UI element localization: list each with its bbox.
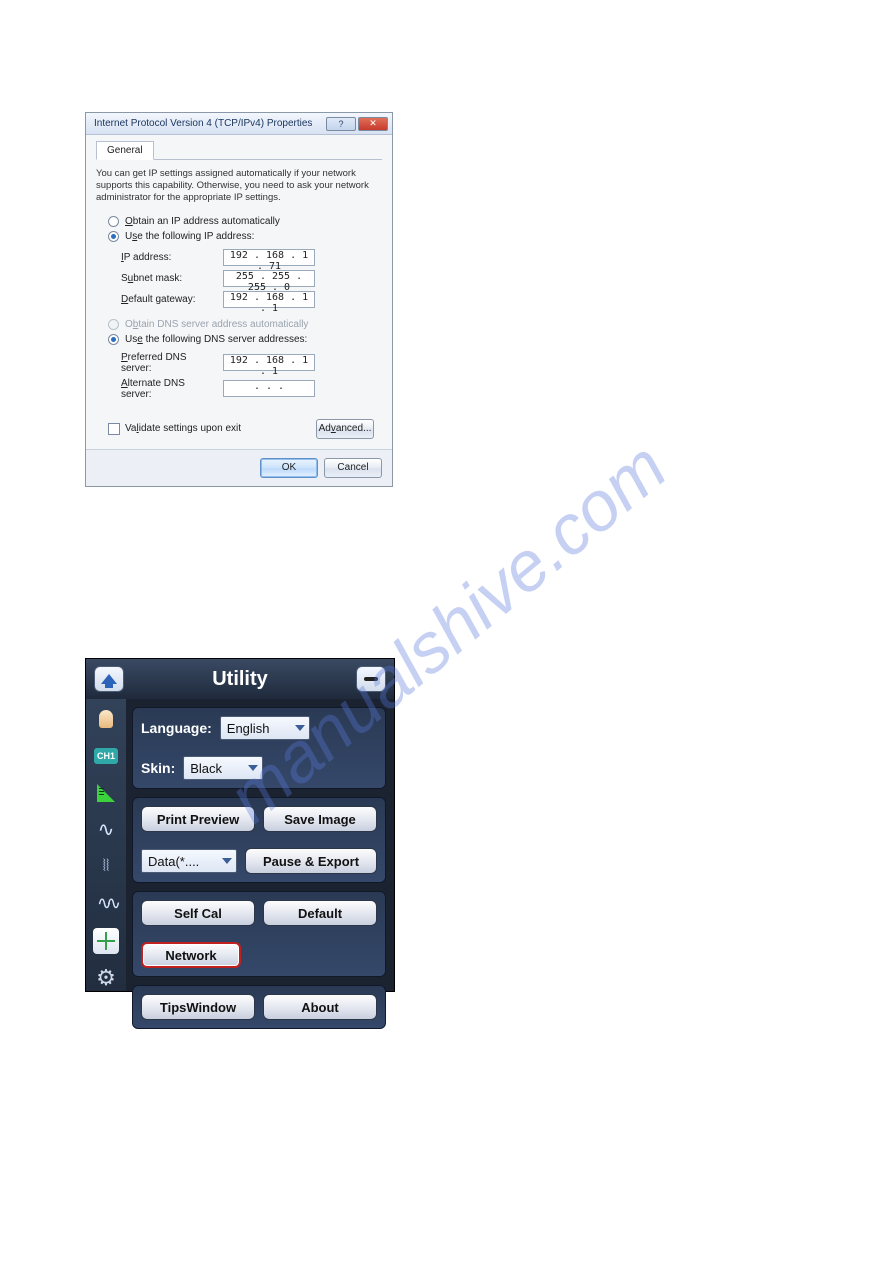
radio-icon: [108, 334, 119, 345]
radio-label: Use the following DNS server addresses:: [125, 334, 307, 345]
utility-panel: Utility CH1 ∿ ⦚⦚ ∿∿ ⚙ Language: English …: [85, 658, 395, 992]
about-button[interactable]: About: [263, 994, 377, 1020]
group-appearance: Language: English Skin: Black: [132, 707, 386, 789]
radio-use-following-dns[interactable]: Use the following DNS server addresses:: [96, 332, 382, 347]
sidebar-ch1-icon[interactable]: CH1: [92, 742, 120, 769]
print-preview-button[interactable]: Print Preview: [141, 806, 255, 832]
sidebar-sine-icon[interactable]: ∿: [92, 816, 120, 843]
radio-obtain-dns-auto: Obtain DNS server address automatically: [96, 317, 382, 332]
utility-main: Language: English Skin: Black Print Prev…: [126, 699, 394, 991]
home-button[interactable]: [94, 666, 124, 692]
sidebar-crosshair-icon[interactable]: [92, 927, 120, 954]
ip-address-input[interactable]: 192 . 168 . 1 . 71: [223, 249, 315, 266]
language-label: Language:: [141, 720, 212, 736]
ipv4-properties-dialog: Internet Protocol Version 4 (TCP/IPv4) P…: [85, 112, 393, 487]
group-export: Print Preview Save Image Data(*.... Paus…: [132, 797, 386, 883]
help-button[interactable]: ?: [326, 117, 356, 131]
subnet-mask-input[interactable]: 255 . 255 . 255 . 0: [223, 270, 315, 287]
preferred-dns-label: Preferred DNS server:: [121, 352, 217, 374]
skin-dropdown[interactable]: Black: [183, 756, 263, 780]
default-button[interactable]: Default: [263, 900, 377, 926]
skin-label: Skin:: [141, 760, 175, 776]
ip-fields: IP address: 192 . 168 . 1 . 71 Subnet ma…: [96, 244, 382, 317]
close-button[interactable]: ✕: [358, 117, 388, 131]
radio-label: Obtain DNS server address automatically: [125, 319, 308, 330]
pause-export-button[interactable]: Pause & Export: [245, 848, 377, 874]
sidebar-touch-icon[interactable]: [92, 705, 120, 732]
advanced-button[interactable]: Advanced...: [316, 419, 374, 439]
preferred-dns-input[interactable]: 192 . 168 . 1 . 1: [223, 354, 315, 371]
tips-window-button[interactable]: TipsWindow: [141, 994, 255, 1020]
tab-general[interactable]: General: [96, 141, 154, 160]
sidebar-ruler-icon[interactable]: [92, 779, 120, 806]
dialog-body: General You can get IP settings assigned…: [86, 135, 392, 449]
ip-address-label: IP address:: [121, 252, 217, 263]
default-gateway-input[interactable]: 192 . 168 . 1 . 1: [223, 291, 315, 308]
group-info: TipsWindow About: [132, 985, 386, 1029]
validate-checkbox[interactable]: [108, 423, 120, 435]
minimize-button[interactable]: [356, 666, 386, 692]
utility-titlebar: Utility: [86, 659, 394, 699]
tabstrip: General: [96, 141, 382, 160]
alternate-dns-input[interactable]: . . .: [223, 380, 315, 397]
cancel-button[interactable]: Cancel: [324, 458, 382, 478]
subnet-mask-label: Subnet mask:: [121, 273, 217, 284]
sidebar-gear-icon[interactable]: ⚙: [92, 964, 120, 991]
radio-icon: [108, 231, 119, 242]
help-text: You can get IP settings assigned automat…: [96, 168, 382, 204]
sidebar-burst-icon[interactable]: ⦚⦚: [92, 853, 120, 880]
radio-label: Use the following IP address:: [125, 231, 254, 242]
validate-label: Validate settings upon exit: [125, 423, 241, 434]
utility-title: Utility: [212, 668, 268, 691]
ok-button[interactable]: OK: [260, 458, 318, 478]
dialog-footer: OK Cancel: [86, 449, 392, 486]
validate-row: Validate settings upon exit Advanced...: [96, 417, 382, 439]
dialog-titlebar: Internet Protocol Version 4 (TCP/IPv4) P…: [86, 113, 392, 135]
radio-obtain-ip-auto[interactable]: Obtain an IP address automatically: [96, 214, 382, 229]
radio-label: Obtain an IP address automatically: [125, 216, 280, 227]
radio-use-following-ip[interactable]: Use the following IP address:: [96, 229, 382, 244]
group-system: Self Cal Default Network: [132, 891, 386, 977]
dialog-title: Internet Protocol Version 4 (TCP/IPv4) P…: [94, 118, 324, 129]
save-image-button[interactable]: Save Image: [263, 806, 377, 832]
default-gateway-label: Default gateway:: [121, 294, 217, 305]
sidebar-dualwave-icon[interactable]: ∿∿: [92, 890, 120, 917]
radio-icon: [108, 319, 119, 330]
minimize-icon: [364, 677, 378, 681]
self-cal-button[interactable]: Self Cal: [141, 900, 255, 926]
network-button[interactable]: Network: [141, 942, 241, 968]
utility-sidebar: CH1 ∿ ⦚⦚ ∿∿ ⚙: [86, 699, 126, 991]
data-format-dropdown[interactable]: Data(*....: [141, 849, 237, 873]
dns-fields: Preferred DNS server: 192 . 168 . 1 . 1 …: [96, 347, 382, 409]
alternate-dns-label: Alternate DNS server:: [121, 378, 217, 400]
language-dropdown[interactable]: English: [220, 716, 310, 740]
home-icon: [101, 674, 117, 684]
radio-icon: [108, 216, 119, 227]
